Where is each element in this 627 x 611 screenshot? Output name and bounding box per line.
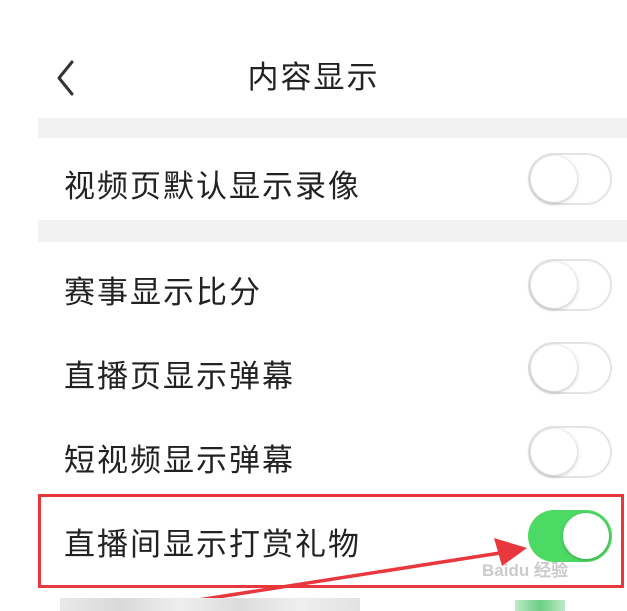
setting-label: 直播页显示弹幕 xyxy=(64,359,295,395)
toggle-switch[interactable] xyxy=(528,153,612,205)
toggle-knob xyxy=(531,262,577,308)
toggle-switch[interactable] xyxy=(528,510,612,562)
blurred-row xyxy=(60,598,360,611)
settings-page: 内容显示 视频页默认显示录像 赛事显示比分 直播页显示弹幕 短视频显示弹幕 直播… xyxy=(0,0,627,611)
toggle-switch[interactable] xyxy=(528,259,612,311)
setting-row-match-score[interactable]: 赛事显示比分 xyxy=(38,242,627,326)
watermark: Baidu 经验 xyxy=(482,561,568,580)
section-divider xyxy=(38,118,627,138)
top-bar: 内容显示 xyxy=(0,0,627,118)
toggle-knob xyxy=(531,156,577,202)
page-title: 内容显示 xyxy=(247,60,380,96)
setting-row-video-recording[interactable]: 视频页默认显示录像 xyxy=(38,138,627,220)
toggle-switch[interactable] xyxy=(528,426,612,478)
toggle-knob xyxy=(531,345,577,391)
section-divider xyxy=(38,220,627,242)
setting-row-short-video-danmaku[interactable]: 短视频显示弹幕 xyxy=(38,410,627,494)
toggle-switch[interactable] xyxy=(528,342,612,394)
setting-label: 短视频显示弹幕 xyxy=(64,443,295,479)
setting-label: 直播间显示打赏礼物 xyxy=(64,527,361,563)
setting-row-live-danmaku[interactable]: 直播页显示弹幕 xyxy=(38,326,627,410)
setting-label: 赛事显示比分 xyxy=(64,275,262,311)
toggle-knob xyxy=(531,429,577,475)
blurred-toggle xyxy=(515,600,565,611)
setting-label: 视频页默认显示录像 xyxy=(64,169,361,205)
toggle-knob xyxy=(563,513,609,559)
